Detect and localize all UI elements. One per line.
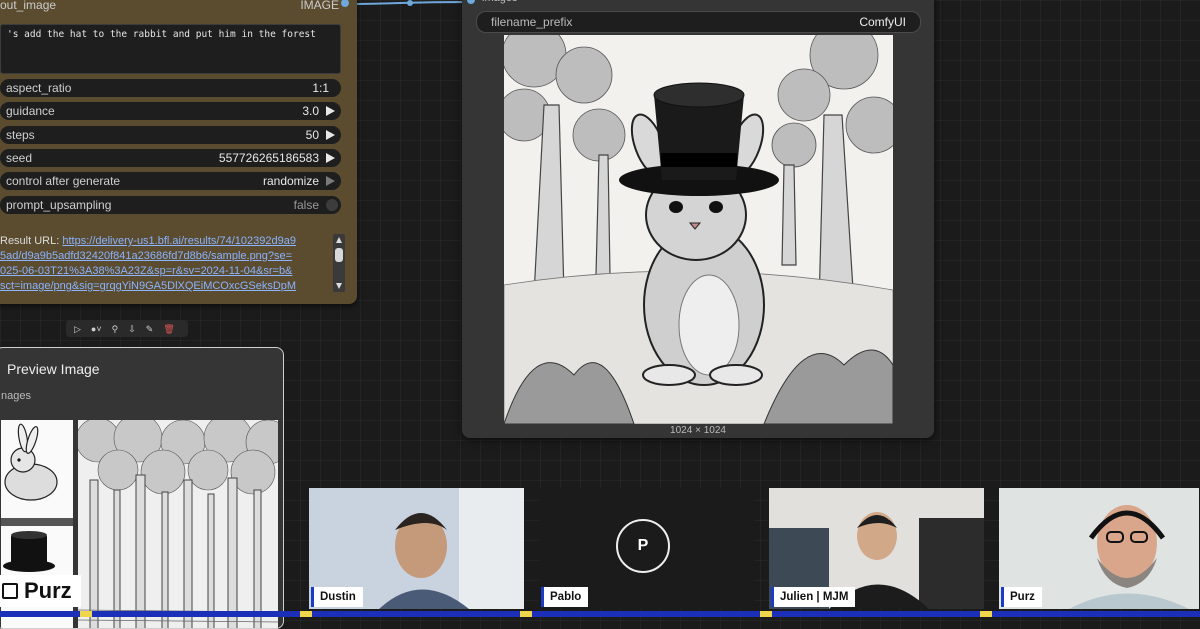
edit-icon[interactable]: ✎	[146, 324, 154, 334]
scroll-down-icon[interactable]	[336, 283, 342, 289]
widget-value: 557726265186583	[218, 151, 319, 165]
increment-arrow-icon[interactable]	[326, 153, 335, 163]
scroll-thumb[interactable]	[335, 248, 343, 262]
increment-arrow-icon[interactable]	[326, 130, 335, 140]
participant-avatar: P	[616, 519, 670, 573]
result-scrollbar[interactable]	[333, 234, 345, 292]
control-after-generate-widget[interactable]: control after generate randomize	[0, 172, 341, 190]
video-tile-dustin[interactable]: Dustin	[309, 488, 524, 609]
prompt-textarea[interactable]: 's add the hat to the rabbit and put him…	[0, 24, 341, 74]
output-row: out_image IMAGE	[0, 0, 349, 14]
result-link[interactable]: 5ad/d9a9b5adfd32420f841a23686fd7d8b6/sam…	[0, 249, 330, 264]
logo-mark-icon	[2, 583, 18, 599]
logo-text: Purz	[24, 578, 72, 603]
widget-value: 50	[305, 128, 319, 142]
video-tile-pablo[interactable]: P Pablo	[539, 488, 754, 609]
image-dimensions: 1024 × 1024	[670, 425, 726, 436]
pin-icon[interactable]: ⚲	[112, 324, 119, 334]
result-link[interactable]: sct=image/png&sig=grqgYiN9GA5DlXQEiMCOxc…	[0, 279, 330, 294]
connection-wire	[348, 0, 468, 6]
rabbit-thumbnail[interactable]	[1, 420, 73, 510]
output-socket[interactable]	[341, 0, 349, 7]
output-label: out_image	[0, 0, 57, 12]
widget-label: steps	[6, 128, 35, 142]
save-image-node[interactable]: images filename_prefix ComfyUI	[462, 0, 934, 438]
bypass-icon[interactable]: ⇩	[128, 324, 136, 334]
dropdown-arrow-icon[interactable]	[326, 176, 335, 186]
play-icon[interactable]: ▷	[74, 324, 81, 334]
widget-label: control after generate	[6, 174, 121, 188]
selected-indicator	[1, 518, 73, 526]
purz-watermark-logo: Purz	[0, 575, 81, 607]
participant-name: Purz	[1001, 587, 1042, 607]
scroll-up-icon[interactable]	[336, 237, 342, 243]
result-link[interactable]: https://delivery-us1.bfl.ai/results/74/1…	[62, 235, 296, 247]
participant-name: Pablo	[541, 587, 589, 607]
input-socket[interactable]	[467, 0, 475, 4]
widget-value: 1:1	[312, 81, 329, 95]
forest-preview-image[interactable]	[78, 420, 278, 628]
seed-widget[interactable]: seed 557726265186583	[0, 149, 341, 167]
widget-label: filename_prefix	[491, 15, 573, 29]
widget-label: guidance	[6, 104, 55, 118]
toggle-knob-icon[interactable]	[326, 199, 338, 211]
widget-value: 3.0	[302, 104, 319, 118]
trash-icon[interactable]: 🗑	[163, 324, 174, 334]
participant-name: Julien | MJM	[771, 587, 856, 607]
prompt-upsampling-widget[interactable]: prompt_upsampling false	[0, 196, 341, 214]
color-dot-icon[interactable]: ●˅	[91, 324, 102, 334]
result-url-text: Result URL: https://delivery-us1.bfl.ai/…	[0, 234, 330, 296]
bottom-brand-strip	[0, 611, 1200, 617]
filename-prefix-widget[interactable]: filename_prefix ComfyUI	[476, 11, 921, 33]
participant-name: Dustin	[311, 587, 363, 607]
generated-rabbit-image[interactable]	[504, 35, 893, 424]
input-label: nages	[1, 390, 31, 402]
node-toolbar: ▷ ●˅ ⚲ ⇩ ✎ 🗑	[66, 320, 188, 337]
node-title: Preview Image	[7, 361, 100, 377]
widget-label: aspect_ratio	[6, 81, 72, 95]
widget-value: randomize	[262, 174, 319, 188]
widget-value: ComfyUI	[859, 15, 906, 29]
input-label: images	[482, 0, 517, 4]
result-link[interactable]: 025-06-03T21%3A38%3A23Z&sp=r&sv=2024-11-…	[0, 264, 330, 279]
steps-widget[interactable]: steps 50	[0, 126, 341, 144]
widget-value: false	[293, 198, 319, 212]
video-tile-purz[interactable]: Purz	[999, 488, 1199, 609]
widget-label: seed	[6, 151, 33, 165]
output-type: IMAGE	[300, 0, 339, 12]
video-tile-julien[interactable]: Julien | MJM	[769, 488, 984, 609]
result-label: Result URL:	[0, 235, 63, 247]
increment-arrow-icon[interactable]	[326, 106, 335, 116]
aspect-ratio-widget[interactable]: aspect_ratio 1:1	[0, 79, 341, 97]
flux-generate-node[interactable]: out_image IMAGE 's add the hat to the ra…	[0, 0, 357, 304]
guidance-widget[interactable]: guidance 3.0	[0, 102, 341, 120]
widget-label: prompt_upsampling	[6, 198, 112, 212]
